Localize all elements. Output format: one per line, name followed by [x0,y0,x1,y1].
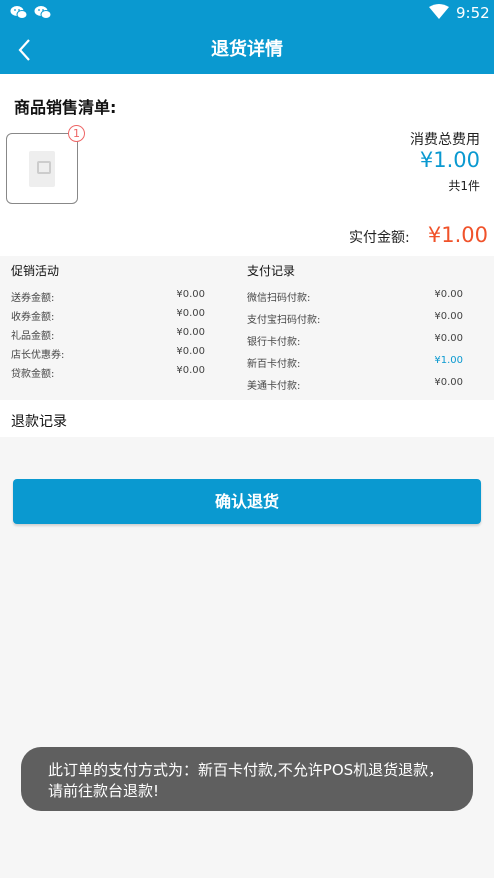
refund-records-title: 退款记录 [11,414,67,430]
status-bar: 9:52 [0,0,494,26]
sales-list-title: 商品销售清单: [14,98,117,117]
toast-message: 此订单的支付方式为：新百卡付款,不允许POS机退货退款，请前往款台退款! [21,747,473,811]
promo-label: 贷款金额: [11,369,55,380]
page-title: 退货详情 [211,39,283,60]
payment-value: ¥0.00 [434,333,463,344]
promo-value: ¥0.00 [176,346,205,357]
total-label: 消费总费用 [410,132,480,148]
payment-label: 美通卡付款: [247,381,301,392]
payment-value: ¥0.00 [434,311,463,322]
payment-value: ¥1.00 [434,355,463,366]
promo-value: ¥0.00 [176,289,205,300]
confirm-return-button[interactable]: 确认退货 [13,479,481,524]
wechat-icon [10,6,28,19]
promo-value: ¥0.00 [176,327,205,338]
status-time: 9:52 [456,4,490,22]
item-count: 共1件 [448,179,480,193]
promo-label: 收券金额: [11,312,55,323]
wechat-icon [34,6,52,19]
payment-value: ¥0.00 [434,377,463,388]
paid-amount-label: 实付金额: [349,230,410,246]
payment-value: ¥0.00 [434,289,463,300]
payment-label: 支付宝扫码付款: [247,315,321,326]
payments-title: 支付记录 [247,264,296,278]
product-placeholder-icon [29,151,55,187]
product-thumbnail[interactable] [6,133,78,204]
total-value: ¥1.00 [419,148,480,172]
promo-value: ¥0.00 [176,308,205,319]
quantity-badge: 1 [68,125,85,142]
app-bar: 退货详情 [0,26,494,74]
promo-label: 礼品金额: [11,331,55,342]
promo-value: ¥0.00 [176,365,205,376]
payment-label: 微信扫码付款: [247,293,311,304]
wifi-icon [429,4,449,19]
refund-records-section: 退款记录 [0,400,494,437]
promo-label: 送券金额: [11,293,55,304]
payment-label: 新百卡付款: [247,359,301,370]
payment-label: 银行卡付款: [247,337,301,348]
paid-amount-value: ¥1.00 [427,223,488,247]
promo-label: 店长优惠券: [11,350,65,361]
details-section: 促销活动 支付记录 送券金额: ¥0.00 收券金额: ¥0.00 礼品金额: … [0,258,494,398]
order-summary-card: 商品销售清单: 1 消费总费用 ¥1.00 共1件 实付金额: ¥1.00 [0,74,494,256]
promotions-title: 促销活动 [11,264,60,278]
